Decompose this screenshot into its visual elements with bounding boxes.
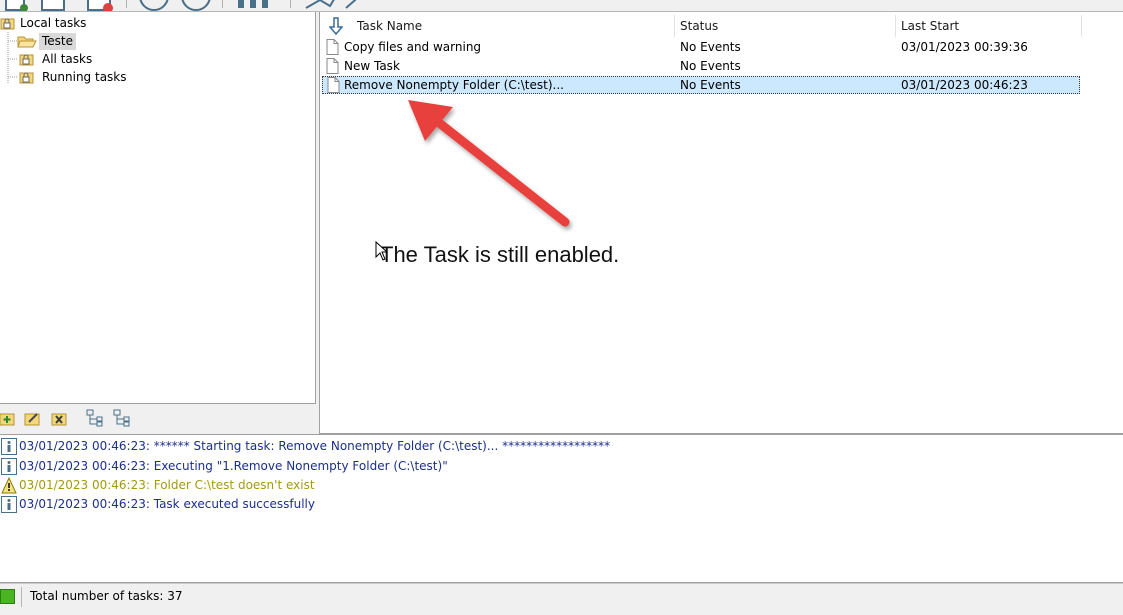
log-entry: 03/01/2023 00:46:23: Task executed succe…: [0, 495, 1123, 514]
mouse-cursor-icon: [375, 241, 387, 261]
table-row-selected[interactable]: Remove Nonempty Folder (C:\test)... No E…: [322, 76, 1080, 94]
task-name-cell: New Task: [344, 59, 400, 73]
tree-toolbar: [0, 404, 316, 434]
status-bar: Total number of tasks: 37: [0, 583, 1123, 615]
log-entry: 03/01/2023 00:46:23: Executing "1.Remove…: [0, 457, 1123, 476]
log-text: 03/01/2023 00:46:23: Executing "1.Remove…: [19, 459, 448, 473]
lock-folder-icon: [19, 54, 34, 66]
task-name-cell: Copy files and warning: [344, 40, 482, 54]
lock-folder-icon: [19, 72, 34, 84]
open-folder-icon: [17, 36, 37, 48]
tree-item-local-tasks[interactable]: Local tasks: [0, 15, 120, 32]
expand-all-icon[interactable]: [85, 409, 105, 427]
add-folder-icon[interactable]: [0, 409, 16, 427]
log-text: 03/01/2023 00:46:23: Task executed succe…: [19, 497, 315, 511]
table-row[interactable]: Copy files and warning No Events 03/01/2…: [322, 38, 1080, 56]
log-text: 03/01/2023 00:46:23: ****** Starting tas…: [19, 439, 611, 453]
annotation-text: The Task is still enabled.: [380, 242, 620, 267]
table-row[interactable]: New Task No Events: [322, 57, 1080, 75]
column-divider[interactable]: [895, 15, 896, 37]
collapse-all-icon[interactable]: [112, 409, 132, 427]
info-icon: [1, 496, 17, 513]
main-toolbar: [0, 0, 1123, 12]
new-task-icon[interactable]: [4, 0, 30, 12]
tree-item-all-tasks[interactable]: All tasks: [19, 51, 119, 68]
status-separator: [21, 587, 22, 607]
info-icon: [1, 438, 17, 455]
status-indicator: [0, 589, 15, 604]
toolbar-separator: [290, 0, 291, 8]
tree-label-running-tasks: Running tasks: [42, 70, 127, 84]
delete-task-icon[interactable]: [86, 0, 116, 12]
column-header-last-start[interactable]: Last Start: [901, 15, 959, 37]
list-header: Task Name Status Last Start: [320, 15, 1123, 37]
edit-task-icon[interactable]: [40, 0, 66, 12]
column-divider[interactable]: [1081, 15, 1082, 37]
columns-icon[interactable]: [236, 0, 274, 12]
rename-folder-icon[interactable]: [24, 409, 42, 427]
log-panel[interactable]: 03/01/2023 00:46:23: ****** Starting tas…: [0, 434, 1123, 583]
task-file-icon: [326, 58, 339, 74]
warning-icon: [1, 477, 17, 494]
task-file-icon: [326, 39, 339, 55]
task-file-icon: [327, 77, 340, 93]
task-name-cell: Remove Nonempty Folder (C:\test)...: [344, 78, 564, 92]
log-text: 03/01/2023 00:46:23: Folder C:\test does…: [19, 478, 315, 492]
info-icon: [1, 458, 17, 475]
log-entry-warning: 03/01/2023 00:46:23: Folder C:\test does…: [0, 476, 1123, 495]
task-tree[interactable]: Local tasks Teste All tasks Running task…: [0, 12, 316, 404]
column-header-task-name[interactable]: Task Name: [357, 15, 422, 37]
tree-label-local-tasks: Local tasks: [20, 16, 87, 30]
task-last-start-cell: 03/01/2023 00:39:36: [901, 40, 1028, 54]
toolbar-separator: [126, 0, 127, 8]
log-entry: 03/01/2023 00:46:23: ****** Starting tas…: [0, 437, 1123, 456]
task-list[interactable]: Task Name Status Last Start Copy files a…: [319, 12, 1123, 434]
tools-icon[interactable]: [302, 0, 372, 12]
toolbar-separator: [222, 0, 223, 8]
run-task-icon[interactable]: [138, 0, 170, 12]
task-status-cell: No Events: [680, 59, 741, 73]
tree-label-teste: Teste: [39, 33, 77, 50]
lock-folder-icon: [0, 18, 15, 30]
tree-item-teste[interactable]: Teste: [17, 33, 117, 50]
tree-item-running-tasks[interactable]: Running tasks: [19, 69, 139, 86]
column-header-status[interactable]: Status: [680, 15, 718, 37]
stop-task-icon[interactable]: [180, 0, 212, 12]
sort-down-arrow-icon[interactable]: [329, 17, 343, 35]
tree-label-all-tasks: All tasks: [42, 52, 93, 66]
task-last-start-cell: 03/01/2023 00:46:23: [901, 78, 1028, 92]
task-status-cell: No Events: [680, 40, 741, 54]
column-divider[interactable]: [674, 15, 675, 37]
task-status-cell: No Events: [680, 78, 741, 92]
delete-folder-icon[interactable]: [51, 409, 69, 427]
status-text: Total number of tasks: 37: [30, 589, 183, 603]
